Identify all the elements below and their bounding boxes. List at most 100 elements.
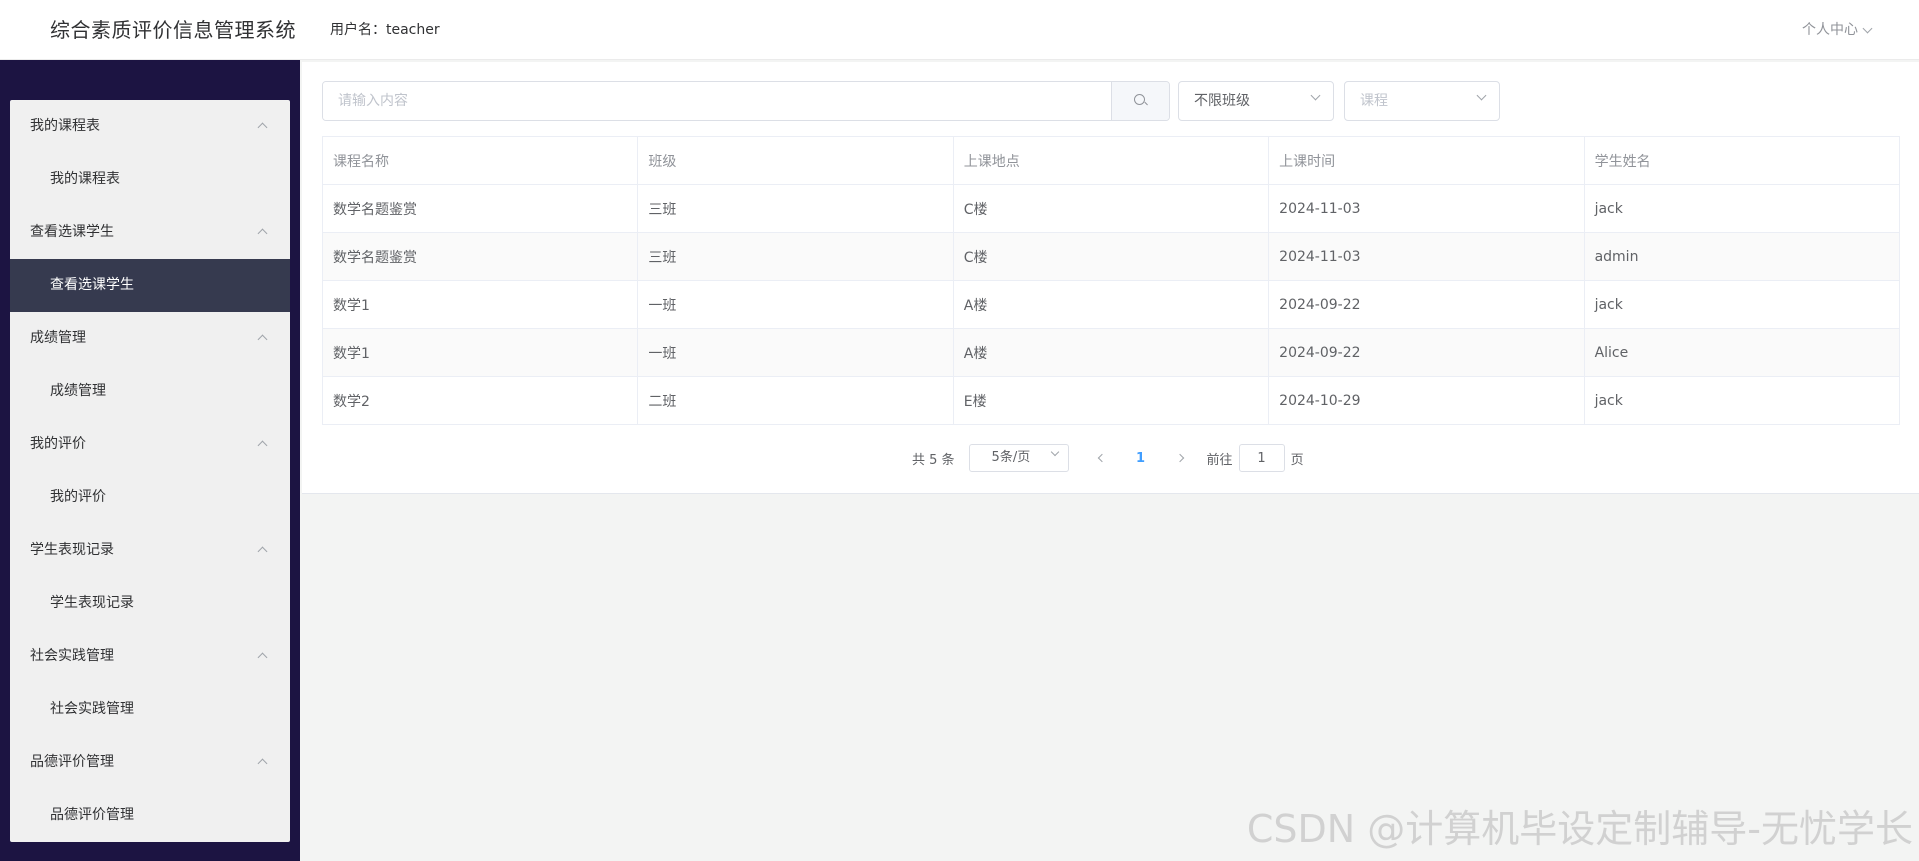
table-cell: 三班	[637, 232, 954, 281]
sidebar-group[interactable]: 成绩管理	[10, 312, 290, 365]
sidebar-group-label: 我的评价	[30, 436, 86, 452]
table-cell: 数学名题鉴赏	[322, 232, 639, 281]
column-header-time[interactable]: 上课时间	[1268, 136, 1585, 185]
search-button[interactable]	[1111, 82, 1169, 120]
table-cell: 2024-09-22	[1268, 280, 1585, 329]
table-header-row: 课程名称 班级 上课地点 上课时间 学生姓名	[322, 136, 1901, 185]
column-header-location[interactable]: 上课地点	[953, 136, 1270, 185]
table-cell: 数学名题鉴赏	[322, 184, 639, 233]
table-cell: 2024-10-29	[1268, 376, 1585, 425]
prev-page-button[interactable]	[1087, 444, 1117, 472]
students-table: 课程名称 班级 上课地点 上课时间 学生姓名 数学名题鉴赏 三班 C楼 2024-11…	[322, 136, 1901, 425]
table-cell: A楼	[953, 328, 1270, 377]
table-cell: jack	[1584, 376, 1901, 425]
table-row[interactable]: 数学1 一班 A楼 2024-09-22 jack	[322, 280, 1901, 329]
chevron-up-icon	[257, 122, 268, 133]
column-header-class[interactable]: 班级	[637, 136, 954, 185]
sidebar-group[interactable]: 我的评价	[10, 418, 290, 471]
search-icon	[1133, 94, 1148, 108]
goto-prefix: 前往	[1206, 452, 1233, 468]
sidebar-group[interactable]: 查看选课学生	[10, 206, 290, 259]
chevron-down-icon	[1310, 90, 1321, 101]
page-number-current[interactable]: 1	[1117, 451, 1165, 466]
sidebar-item[interactable]: 学生表现记录	[10, 577, 290, 630]
table-cell: C楼	[953, 184, 1270, 233]
sidebar-item-label: 成绩管理	[50, 383, 106, 399]
column-header-student-name[interactable]: 学生姓名	[1584, 136, 1901, 185]
table-cell: 一班	[637, 328, 954, 377]
sidebar-menu: 我的课程表 我的课程表 查看选课学生 查看选课学生 成绩管理 成绩管理 我的评价 我的评价 学生…	[10, 100, 290, 842]
sidebar-item[interactable]: 社会实践管理	[10, 683, 290, 736]
table-cell: 数学1	[322, 328, 639, 377]
course-select-placeholder: 课程	[1360, 93, 1388, 109]
sidebar-item-label: 学生表现记录	[50, 595, 134, 611]
table-cell: 数学2	[322, 376, 639, 425]
chevron-up-icon	[257, 440, 268, 451]
pagination-total: 共 5 条	[912, 452, 955, 468]
sidebar-item-label: 我的课程表	[50, 171, 120, 187]
table-cell: 2024-09-22	[1268, 328, 1585, 377]
table-cell: jack	[1584, 184, 1901, 233]
chevron-left-icon	[1097, 453, 1106, 463]
page-size-value: 5条/页	[991, 450, 1031, 465]
sidebar-group-label: 学生表现记录	[30, 542, 114, 558]
page-size-select[interactable]: 5条/页	[968, 444, 1069, 472]
chevron-down-icon	[1050, 447, 1059, 457]
sidebar-group-label: 查看选课学生	[30, 224, 114, 240]
table-cell: E楼	[953, 376, 1270, 425]
sidebar-item[interactable]: 品德评价管理	[10, 789, 290, 842]
sidebar-item-label: 查看选课学生	[50, 277, 134, 293]
username-label: 用户名：teacher	[330, 22, 440, 38]
sidebar-item-label: 品德评价管理	[50, 807, 134, 823]
sidebar-item[interactable]: 查看选课学生	[10, 259, 290, 312]
next-page-button[interactable]	[1165, 444, 1195, 472]
table-row[interactable]: 数学2 二班 E楼 2024-10-29 jack	[322, 376, 1901, 425]
app-title: 综合素质评价信息管理系统	[50, 18, 296, 42]
table-cell: jack	[1584, 280, 1901, 329]
user-center-dropdown[interactable]: 个人中心	[1802, 0, 1873, 60]
table-cell: C楼	[953, 232, 1270, 281]
table-row[interactable]: 数学1 一班 A楼 2024-09-22 Alice	[322, 328, 1901, 377]
search-input[interactable]	[323, 82, 1111, 120]
sidebar-item[interactable]: 成绩管理	[10, 365, 290, 418]
chevron-up-icon	[257, 334, 268, 345]
goto-suffix: 页	[1290, 452, 1304, 468]
search-bar	[322, 81, 1170, 121]
sidebar-group-label: 成绩管理	[30, 330, 86, 346]
table-cell: 2024-11-03	[1268, 232, 1585, 281]
sidebar-group-label: 我的课程表	[30, 118, 100, 134]
sidebar-group[interactable]: 学生表现记录	[10, 524, 290, 577]
table-cell: 二班	[637, 376, 954, 425]
sidebar-group[interactable]: 社会实践管理	[10, 630, 290, 683]
sidebar-item[interactable]: 我的评价	[10, 471, 290, 524]
table-cell: 数学1	[322, 280, 639, 329]
table-cell: Alice	[1584, 328, 1901, 377]
pagination: 共 5 条 5条/页 1 前往 页	[912, 444, 1304, 472]
column-header-course-name[interactable]: 课程名称	[322, 136, 639, 185]
table-row[interactable]: 数学名题鉴赏 三班 C楼 2024-11-03 jack	[322, 184, 1901, 233]
table-cell: 一班	[637, 280, 954, 329]
chevron-up-icon	[257, 652, 268, 663]
sidebar-group-label: 社会实践管理	[30, 648, 114, 664]
watermark-text: CSDN @计算机毕设定制辅导-无忧学长	[1246, 807, 1913, 851]
class-select-value: 不限班级	[1194, 93, 1250, 109]
sidebar-group[interactable]: 品德评价管理	[10, 736, 290, 789]
table-cell: admin	[1584, 232, 1901, 281]
sidebar-group[interactable]: 我的课程表	[10, 100, 290, 153]
table-cell: 三班	[637, 184, 954, 233]
top-header: 综合素质评价信息管理系统 用户名：teacher 个人中心	[0, 0, 1919, 60]
chevron-up-icon	[257, 546, 268, 557]
table-row[interactable]: 数学名题鉴赏 三班 C楼 2024-11-03 admin	[322, 232, 1901, 281]
sidebar-item-label: 社会实践管理	[50, 701, 134, 717]
chevron-down-icon	[1476, 90, 1487, 101]
chevron-right-icon	[1175, 453, 1184, 463]
sidebar-item-label: 我的评价	[50, 489, 106, 505]
chevron-up-icon	[257, 228, 268, 239]
user-center-label: 个人中心	[1802, 22, 1858, 38]
sidebar-item[interactable]: 我的课程表	[10, 153, 290, 206]
goto-page-input[interactable]	[1238, 444, 1285, 472]
course-select[interactable]: 课程	[1344, 81, 1500, 121]
table-cell: A楼	[953, 280, 1270, 329]
class-select[interactable]: 不限班级	[1178, 81, 1334, 121]
chevron-up-icon	[257, 758, 268, 769]
